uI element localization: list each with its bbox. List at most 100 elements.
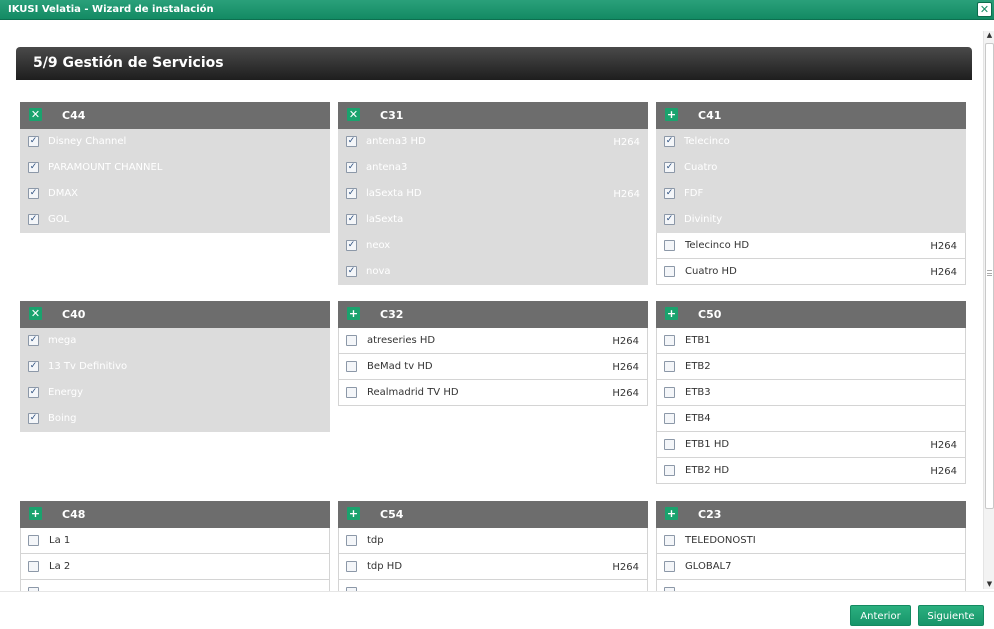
panel-header: + C41 (656, 102, 966, 129)
service-label: ETB1 HD (685, 439, 730, 450)
panel-c54: + C54 tdp tdp HD H264 (338, 501, 648, 591)
expand-plus-icon[interactable]: + (29, 507, 42, 520)
checkbox-checked-icon[interactable]: ✓ (28, 413, 39, 424)
panel-header: + C23 (656, 501, 966, 528)
service-row[interactable]: ETB1 HD H264 (656, 432, 966, 458)
service-row[interactable]: ✓ PARAMOUNT CHANNEL (20, 155, 330, 181)
checkbox-unchecked-icon[interactable] (664, 361, 675, 372)
service-row[interactable]: La 1 (20, 528, 330, 554)
service-row[interactable]: ✓ Disney Channel (20, 129, 330, 155)
checkbox-checked-icon[interactable]: ✓ (664, 188, 675, 199)
service-row[interactable] (656, 580, 966, 591)
expand-plus-icon[interactable]: + (665, 507, 678, 520)
close-button[interactable]: ✕ (977, 2, 992, 17)
checkbox-checked-icon[interactable]: ✓ (346, 162, 357, 173)
checkbox-unchecked-icon[interactable] (664, 439, 675, 450)
service-label: laSexta HD (366, 188, 422, 199)
checkbox-checked-icon[interactable]: ✓ (346, 214, 357, 225)
service-row[interactable]: GLOBAL7 (656, 554, 966, 580)
service-row[interactable]: ✓ antena3 HD H264 (338, 129, 648, 155)
deselect-x-icon[interactable]: ✕ (29, 108, 42, 121)
service-row[interactable]: ✓ GOL (20, 207, 330, 233)
checkbox-checked-icon[interactable]: ✓ (28, 136, 39, 147)
checkbox-checked-icon[interactable]: ✓ (664, 136, 675, 147)
service-row[interactable]: ✓ DMAX (20, 181, 330, 207)
checkbox-unchecked-icon[interactable] (664, 465, 675, 476)
service-row[interactable]: ✓ Energy (20, 380, 330, 406)
service-row[interactable]: ✓ laSexta (338, 207, 648, 233)
checkbox-unchecked-icon[interactable] (346, 335, 357, 346)
deselect-x-icon[interactable]: ✕ (347, 108, 360, 121)
service-row[interactable]: Realmadrid TV HD H264 (338, 380, 648, 406)
service-row[interactable]: ETB1 (656, 328, 966, 354)
service-row[interactable]: ✓ mega (20, 328, 330, 354)
close-icon: ✕ (979, 3, 990, 16)
service-row[interactable]: ✓ Cuatro (656, 155, 966, 181)
service-row[interactable]: ✓ nova (338, 259, 648, 285)
checkbox-unchecked-icon[interactable] (346, 535, 357, 546)
checkbox-unchecked-icon[interactable] (346, 561, 357, 572)
checkbox-checked-icon[interactable]: ✓ (664, 214, 675, 225)
checkbox-checked-icon[interactable]: ✓ (346, 266, 357, 277)
checkbox-checked-icon[interactable]: ✓ (346, 240, 357, 251)
expand-plus-icon[interactable]: + (665, 108, 678, 121)
checkbox-unchecked-icon[interactable] (28, 535, 39, 546)
service-label: antena3 (366, 162, 408, 173)
service-row[interactable] (338, 580, 648, 591)
scroll-down-arrow-icon[interactable]: ▼ (985, 580, 994, 589)
service-row[interactable]: tdp (338, 528, 648, 554)
checkbox-checked-icon[interactable]: ✓ (28, 214, 39, 225)
checkbox-checked-icon[interactable]: ✓ (664, 162, 675, 173)
checkbox-checked-icon[interactable]: ✓ (346, 188, 357, 199)
deselect-x-icon[interactable]: ✕ (29, 307, 42, 320)
service-row[interactable]: ✓ Telecinco (656, 129, 966, 155)
expand-plus-icon[interactable]: + (347, 307, 360, 320)
checkbox-checked-icon[interactable]: ✓ (28, 361, 39, 372)
service-row[interactable]: ✓ 13 Tv Definitivo (20, 354, 330, 380)
service-row[interactable]: Cuatro HD H264 (656, 259, 966, 285)
checkbox-checked-icon[interactable]: ✓ (28, 188, 39, 199)
service-row[interactable]: ETB4 (656, 406, 966, 432)
panel-c48: + C48 La 1 La 2 (20, 501, 330, 591)
service-row[interactable]: Telecinco HD H264 (656, 233, 966, 259)
service-row[interactable]: ✓ Boing (20, 406, 330, 432)
service-row[interactable]: ✓ Divinity (656, 207, 966, 233)
checkbox-unchecked-icon[interactable] (664, 561, 675, 572)
service-codec: H264 (612, 388, 639, 399)
service-label: GOL (48, 214, 70, 225)
checkbox-unchecked-icon[interactable] (664, 240, 675, 251)
checkbox-unchecked-icon[interactable] (664, 335, 675, 346)
checkbox-unchecked-icon[interactable] (664, 387, 675, 398)
service-row[interactable]: La 2 (20, 554, 330, 580)
service-row[interactable]: tdp HD H264 (338, 554, 648, 580)
vertical-scrollbar[interactable]: ▲ ▼ (983, 31, 994, 589)
expand-plus-icon[interactable]: + (347, 507, 360, 520)
service-row[interactable]: ✓ neox (338, 233, 648, 259)
checkbox-checked-icon[interactable]: ✓ (28, 335, 39, 346)
checkbox-unchecked-icon[interactable] (664, 535, 675, 546)
service-row[interactable]: ETB2 (656, 354, 966, 380)
checkbox-unchecked-icon[interactable] (28, 561, 39, 572)
checkbox-unchecked-icon[interactable] (664, 413, 675, 424)
checkbox-checked-icon[interactable]: ✓ (28, 387, 39, 398)
service-row[interactable]: atreseries HD H264 (338, 328, 648, 354)
checkbox-checked-icon[interactable]: ✓ (346, 136, 357, 147)
previous-button[interactable]: Anterior (850, 605, 911, 626)
expand-plus-icon[interactable]: + (665, 307, 678, 320)
checkbox-checked-icon[interactable]: ✓ (28, 162, 39, 173)
scroll-up-arrow-icon[interactable]: ▲ (985, 31, 994, 40)
checkbox-unchecked-icon[interactable] (664, 266, 675, 277)
service-row[interactable]: ✓ laSexta HD H264 (338, 181, 648, 207)
service-row[interactable]: TELEDONOSTI (656, 528, 966, 554)
next-button[interactable]: Siguiente (918, 605, 984, 626)
service-row[interactable]: ✓ antena3 (338, 155, 648, 181)
service-row[interactable]: BeMad tv HD H264 (338, 354, 648, 380)
scroll-thumb[interactable] (985, 43, 994, 509)
checkbox-unchecked-icon[interactable] (346, 387, 357, 398)
service-row[interactable] (20, 580, 330, 591)
panel-header: ✕ C44 (20, 102, 330, 129)
service-row[interactable]: ✓ FDF (656, 181, 966, 207)
checkbox-unchecked-icon[interactable] (346, 361, 357, 372)
service-row[interactable]: ETB3 (656, 380, 966, 406)
service-row[interactable]: ETB2 HD H264 (656, 458, 966, 484)
